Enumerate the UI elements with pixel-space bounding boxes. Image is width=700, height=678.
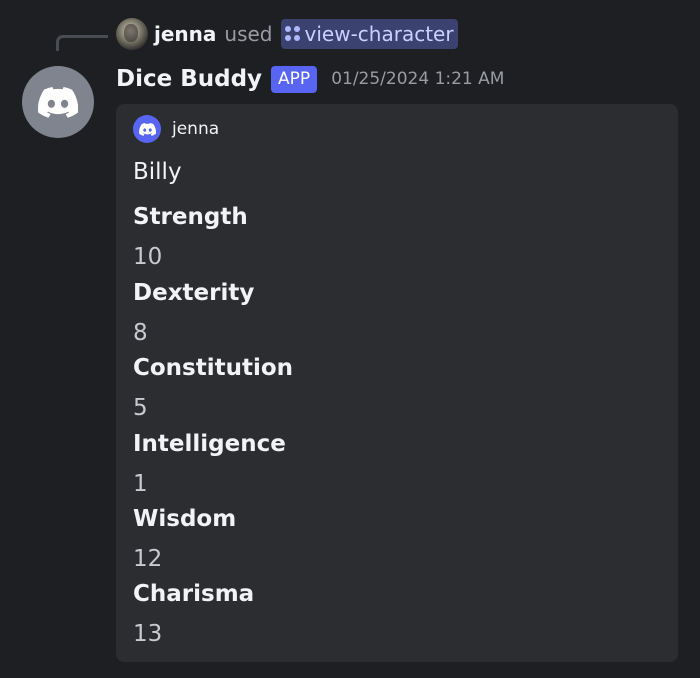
field-value-intelligence: 1 [133, 471, 148, 497]
field-name-dexterity: Dexterity [133, 280, 255, 306]
discord-logo-icon [38, 86, 78, 118]
app-command-icon [284, 26, 301, 42]
command-reply-context[interactable]: jenna used view-character [116, 17, 458, 51]
reply-user-avatar[interactable] [116, 18, 148, 50]
field-value-constitution: 5 [133, 395, 148, 421]
field-value-charisma: 13 [133, 621, 163, 647]
field-name-intelligence: Intelligence [133, 431, 286, 457]
slash-command-pill[interactable]: view-character [280, 19, 458, 49]
slash-command-name: view-character [304, 22, 454, 46]
embed-author-avatar [133, 115, 161, 143]
bot-name[interactable]: Dice Buddy [116, 66, 262, 92]
embed-author-name: jenna [172, 119, 220, 139]
embed-author: jenna [133, 115, 219, 143]
message-timestamp: 01/25/2024 1:21 AM [331, 69, 505, 89]
field-value-dexterity: 8 [133, 320, 148, 346]
embed-title: Billy [133, 159, 182, 185]
field-name-constitution: Constitution [133, 355, 294, 381]
field-value-strength: 10 [133, 244, 163, 270]
reply-used-text: used [224, 22, 273, 46]
app-badge: APP [271, 65, 318, 93]
field-name-strength: Strength [133, 204, 248, 230]
discord-logo-icon [138, 122, 156, 136]
field-name-wisdom: Wisdom [133, 506, 237, 532]
field-value-wisdom: 12 [133, 546, 163, 572]
discord-message: jenna used view-character Dice Buddy APP… [0, 0, 700, 678]
reply-username[interactable]: jenna [154, 22, 216, 46]
character-embed: jenna Billy Strength 10 Dexterity 8 Cons… [116, 104, 678, 662]
reply-connector-line [56, 35, 108, 51]
field-name-charisma: Charisma [133, 581, 255, 607]
message-header: Dice Buddy APP 01/25/2024 1:21 AM [116, 62, 504, 96]
bot-avatar[interactable] [22, 66, 94, 138]
